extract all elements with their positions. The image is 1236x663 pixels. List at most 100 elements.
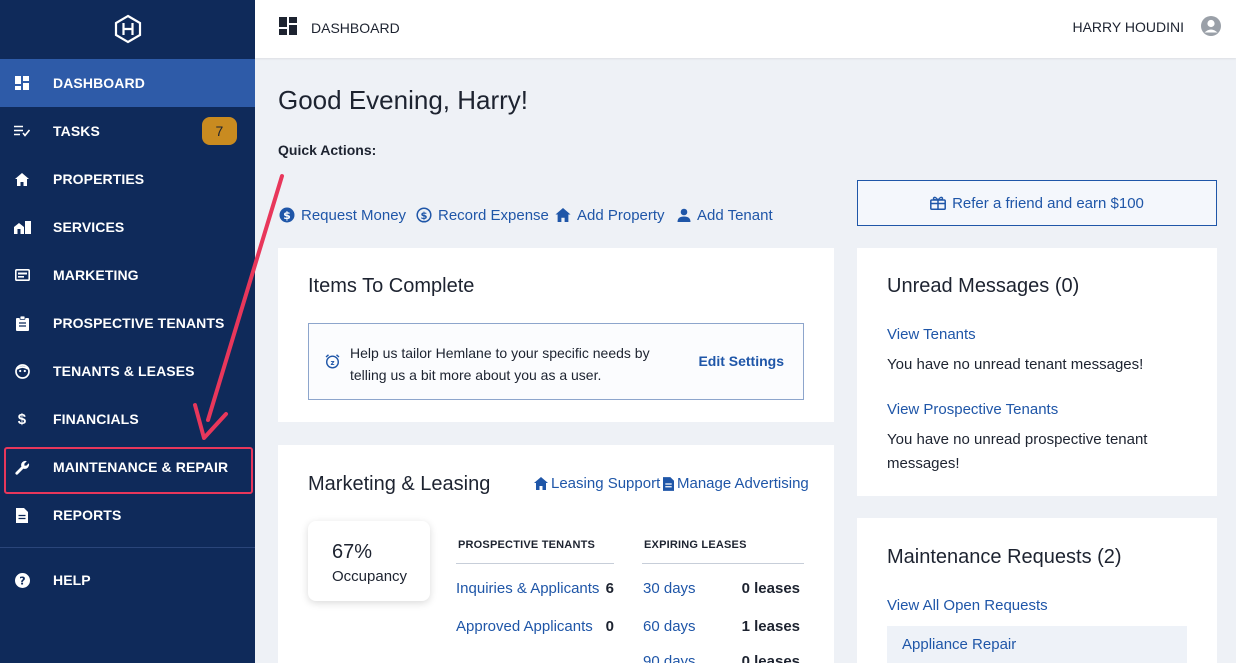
request-money-link[interactable]: $ Request Money [279, 205, 406, 225]
tasks-icon [12, 121, 32, 141]
add-tenant-link[interactable]: Add Tenant [677, 205, 773, 225]
services-icon [12, 217, 32, 237]
prospective-tenants-header: PROSPECTIVE TENANTS [458, 539, 596, 551]
sidebar-item-label: TASKS [53, 123, 100, 139]
home-icon [534, 477, 548, 490]
marketing-leasing-title: Marketing & Leasing [308, 473, 491, 495]
view-tenants-link[interactable]: View Tenants [887, 326, 976, 343]
sidebar-item-label: MAINTENANCE & REPAIR [53, 459, 229, 475]
inquiries-applicants-count: 6 [605, 580, 614, 597]
top-bar: DASHBOARD HARRY HOUDINI [255, 0, 1236, 58]
expiring-leases-header: EXPIRING LEASES [644, 539, 747, 551]
sidebar-item-label: DASHBOARD [53, 75, 145, 91]
settings-prompt-text: Help us tailor Hemlane to your specific … [350, 345, 650, 383]
tenant-messages-status: You have no unread tenant messages! [887, 356, 1144, 373]
sidebar-item-label: PROPERTIES [53, 171, 145, 187]
manage-advertising-link[interactable]: Manage Advertising [663, 475, 809, 492]
page-greeting: Good Evening, Harry! [278, 85, 529, 115]
leasing-support-link[interactable]: Leasing Support [534, 475, 660, 492]
record-expense-link[interactable]: $ Record Expense [416, 205, 549, 225]
inquiries-applicants-link[interactable]: Inquiries & Applicants [456, 580, 599, 597]
maintenance-request-label: Appliance Repair [902, 636, 1017, 653]
quick-actions-title: Quick Actions: [278, 142, 377, 158]
svg-text:$: $ [421, 211, 428, 222]
view-all-open-requests-link[interactable]: View All Open Requests [887, 597, 1048, 614]
occupancy-label: Occupancy [332, 568, 408, 585]
svg-text:z: z [330, 359, 334, 367]
record-expense-label: Record Expense [438, 206, 549, 224]
divider [456, 563, 614, 564]
unread-messages-title: Unread Messages (0) [887, 275, 1080, 297]
add-property-link[interactable]: Add Property [555, 205, 665, 225]
dollar-circle-icon: $ [416, 207, 432, 223]
approved-applicants-count: 0 [605, 618, 614, 635]
leasing-support-label: Leasing Support [551, 475, 661, 492]
maintenance-requests-title: Maintenance Requests (2) [887, 546, 1122, 568]
sidebar-item-reports[interactable]: REPORTS [0, 491, 255, 539]
maintenance-request-item[interactable]: Appliance Repair [887, 626, 1187, 663]
breadcrumb: DASHBOARD [279, 17, 400, 38]
avatar[interactable] [1200, 15, 1222, 42]
sidebar-item-label: HELP [53, 572, 91, 588]
dollar-circle-icon: $ [279, 207, 295, 223]
expiring-30-days-link[interactable]: 30 days [643, 580, 696, 597]
dashboard-icon [12, 73, 32, 93]
document-icon [663, 476, 674, 491]
view-prospective-tenants-link[interactable]: View Prospective Tenants [887, 401, 1058, 418]
refer-friend-label: Refer a friend and earn $100 [952, 194, 1144, 212]
dashboard-icon [279, 17, 297, 38]
user-name[interactable]: HARRY HOUDINI [1072, 19, 1184, 35]
sidebar-item-label: TENANTS & LEASES [53, 363, 195, 379]
wrench-icon [12, 457, 32, 477]
sidebar-item-dashboard[interactable]: DASHBOARD [0, 59, 255, 107]
tenants-icon [12, 361, 32, 381]
user-avatar-icon [1201, 16, 1221, 36]
person-icon [677, 208, 691, 222]
sidebar-item-label: REPORTS [53, 507, 122, 523]
add-property-label: Add Property [577, 206, 665, 224]
svg-text:?: ? [19, 574, 25, 587]
occupancy-tile: 67% Occupancy [308, 521, 430, 601]
settings-prompt: z Help us tailor Hemlane to your specifi… [308, 323, 804, 400]
gift-icon [930, 196, 947, 210]
svg-text:$: $ [283, 209, 291, 222]
marketing-icon [12, 265, 32, 285]
help-icon: ? [12, 570, 32, 590]
expiring-60-days-link[interactable]: 60 days [643, 618, 696, 635]
dollar-icon: $ [17, 410, 27, 428]
expiring-90-days-count: 0 leases [741, 653, 800, 663]
divider [642, 563, 804, 564]
expiring-60-days-count: 1 leases [741, 618, 800, 635]
sidebar-item-tasks[interactable]: TASKS 7 [0, 107, 255, 155]
sidebar-item-help[interactable]: ? HELP [0, 556, 255, 604]
sidebar-item-maintenance-repair[interactable]: MAINTENANCE & REPAIR [0, 443, 255, 491]
tasks-count-badge: 7 [202, 117, 237, 145]
approved-applicants-link[interactable]: Approved Applicants [456, 618, 593, 635]
home-icon [12, 169, 32, 189]
items-to-complete-title: Items To Complete [308, 275, 475, 297]
breadcrumb-label: DASHBOARD [311, 19, 400, 36]
request-money-label: Request Money [301, 206, 407, 224]
unread-messages-card: Unread Messages (0) View Tenants You hav… [857, 248, 1217, 496]
annotation-arrow [193, 174, 284, 440]
items-to-complete-card: Items To Complete z Help us tailor Hemla… [278, 248, 834, 422]
alarm-clock-icon: z [325, 354, 340, 374]
home-icon [555, 208, 571, 222]
edit-settings-link[interactable]: Edit Settings [698, 353, 784, 369]
expiring-90-days-link[interactable]: 90 days [643, 653, 696, 663]
manage-advertising-label: Manage Advertising [677, 475, 809, 492]
hemlane-logo[interactable] [0, 0, 255, 58]
sidebar-item-label: FINANCIALS [53, 411, 139, 427]
prospective-messages-status: You have no unread prospective tenant me… [887, 431, 1148, 472]
expiring-30-days-count: 0 leases [741, 580, 800, 597]
logo-icon [114, 14, 141, 44]
add-tenant-label: Add Tenant [697, 206, 773, 224]
clipboard-icon [12, 313, 32, 333]
sidebar-item-label: SERVICES [53, 219, 125, 235]
marketing-leasing-card: Marketing & Leasing Leasing Support Mana… [278, 445, 834, 663]
maintenance-requests-card: Maintenance Requests (2) View All Open R… [857, 518, 1217, 663]
document-icon [12, 505, 32, 525]
sidebar-divider [0, 547, 255, 548]
refer-friend-button[interactable]: Refer a friend and earn $100 [857, 180, 1217, 226]
occupancy-value: 67% [332, 541, 373, 563]
